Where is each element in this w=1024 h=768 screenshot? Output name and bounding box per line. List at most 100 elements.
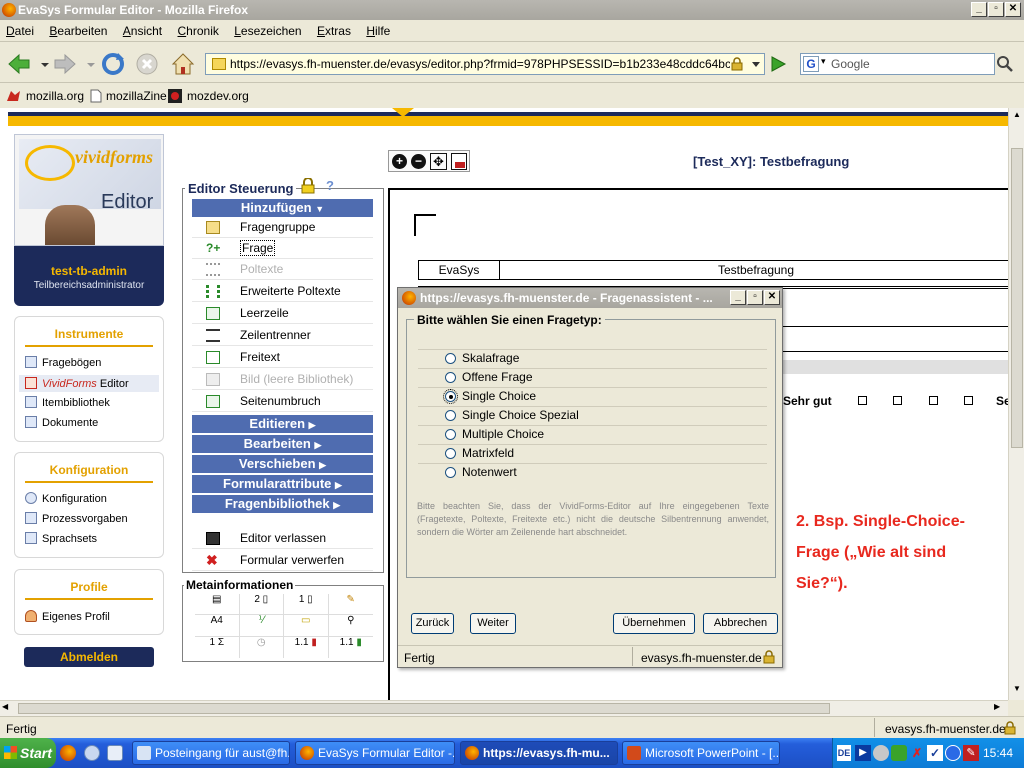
logout-button[interactable]: Abmelden bbox=[24, 647, 154, 667]
scale-checkbox[interactable] bbox=[964, 396, 973, 405]
task-firefox-editor[interactable]: EvaSys Formular Editor -... bbox=[295, 741, 455, 765]
quicklaunch-browser-icon[interactable] bbox=[84, 745, 100, 761]
zurueck-button[interactable]: Zurück bbox=[411, 613, 454, 634]
back-arrow-icon[interactable] bbox=[6, 51, 32, 77]
back-dropdown-icon[interactable] bbox=[40, 51, 50, 77]
radio-multiple-choice[interactable] bbox=[445, 429, 456, 440]
meta-cell-clock-icon[interactable]: ◷ bbox=[240, 636, 284, 658]
hscroll-thumb[interactable] bbox=[18, 703, 830, 714]
meta-cell-properties-icon[interactable]: ▤ bbox=[195, 594, 240, 616]
scale-checkbox[interactable] bbox=[893, 396, 902, 405]
meta-cell-export[interactable]: 1.1 ▮ bbox=[329, 637, 374, 658]
vertical-scrollbar[interactable]: ▲ ▼ bbox=[1008, 108, 1024, 700]
reload-icon[interactable] bbox=[100, 51, 126, 77]
maximize-button[interactable]: ▫ bbox=[988, 2, 1004, 17]
sprachsets-link[interactable]: Sprachsets bbox=[25, 532, 97, 545]
scroll-right-icon[interactable]: ▶ bbox=[994, 702, 1000, 711]
editor-verlassen[interactable]: Editor verlassen bbox=[192, 528, 373, 549]
menu-bearbeiten[interactable]: Bearbeiten bbox=[43, 20, 113, 38]
add-freitext[interactable]: Freitext bbox=[192, 347, 373, 368]
meta-cell-folder-icon[interactable]: ▭ bbox=[284, 615, 329, 637]
weiter-button[interactable]: Weiter bbox=[470, 613, 516, 634]
pdf-export-icon[interactable] bbox=[451, 153, 467, 170]
scale-checkbox[interactable] bbox=[929, 396, 938, 405]
minimize-button[interactable]: _ bbox=[971, 2, 987, 17]
label-offene-frage[interactable]: Offene Frage bbox=[462, 370, 533, 384]
scroll-down-icon[interactable]: ▼ bbox=[1011, 684, 1023, 696]
bookmark-mozillazine[interactable]: mozillaZine bbox=[106, 89, 167, 103]
meta-cell-magnifier-icon[interactable]: ⚲ bbox=[328, 615, 373, 637]
scroll-up-icon[interactable]: ▲ bbox=[1011, 110, 1023, 122]
stop-icon[interactable] bbox=[134, 51, 160, 77]
url-dropdown-icon[interactable] bbox=[750, 57, 762, 71]
language-indicator[interactable]: DE bbox=[837, 745, 851, 761]
go-icon[interactable] bbox=[768, 54, 788, 74]
label-matrixfeld[interactable]: Matrixfeld bbox=[462, 446, 514, 460]
zoom-in-icon[interactable]: + bbox=[392, 154, 407, 169]
formular-verwerfen[interactable]: ✖ Formular verwerfen bbox=[192, 550, 373, 571]
task-powerpoint[interactable]: Microsoft PowerPoint - [... bbox=[622, 741, 780, 765]
dialog-lock-icon[interactable] bbox=[762, 650, 776, 664]
radio-matrixfeld[interactable] bbox=[445, 448, 456, 459]
scale-checkbox[interactable] bbox=[858, 396, 867, 405]
tray-check-icon[interactable]: ✓ bbox=[927, 745, 943, 761]
label-multiple-choice[interactable]: Multiple Choice bbox=[462, 427, 544, 441]
radio-notenwert[interactable] bbox=[445, 467, 456, 478]
instrumente-vividforms-editor[interactable]: VividForms Editor bbox=[19, 375, 159, 392]
radio-offene-frage[interactable] bbox=[445, 372, 456, 383]
search-icon[interactable] bbox=[996, 55, 1014, 73]
fit-page-icon[interactable]: ✥ bbox=[430, 153, 447, 170]
forward-dropdown-icon[interactable] bbox=[86, 51, 96, 77]
section-editieren[interactable]: Editieren ▶ bbox=[192, 415, 373, 433]
dialog-minimize-button[interactable]: _ bbox=[730, 290, 746, 305]
close-button[interactable]: ✕ bbox=[1005, 2, 1021, 17]
scroll-thumb[interactable] bbox=[1011, 148, 1023, 448]
uebernehmen-button[interactable]: Übernehmen bbox=[613, 613, 695, 634]
start-button[interactable]: Start bbox=[0, 738, 56, 768]
instrumente-itembibliothek[interactable]: Itembibliothek bbox=[25, 396, 110, 409]
home-icon[interactable] bbox=[170, 51, 196, 77]
label-notenwert[interactable]: Notenwert bbox=[462, 465, 517, 479]
menu-datei[interactable]: Datei bbox=[0, 20, 40, 38]
url-text[interactable]: https://evasys.fh-muenster.de/evasys/edi… bbox=[230, 57, 730, 71]
add-zeilentrenner[interactable]: Zeilentrenner bbox=[192, 325, 373, 346]
add-poltexte[interactable]: Poltexte bbox=[192, 259, 373, 280]
prozessvorgaben-link[interactable]: Prozessvorgaben bbox=[25, 512, 128, 525]
dialog-close-button[interactable]: ✕ bbox=[764, 290, 780, 305]
add-leerzeile[interactable]: Leerzeile bbox=[192, 303, 373, 324]
padlock-icon[interactable] bbox=[730, 57, 744, 71]
instrumente-dokumente[interactable]: Dokumente bbox=[25, 416, 98, 429]
radio-single-choice[interactable] bbox=[443, 389, 458, 404]
task-firefox-dialog[interactable]: https://evasys.fh-mu... bbox=[460, 741, 618, 765]
media-play-icon[interactable]: ▶ bbox=[855, 745, 871, 761]
horizontal-scrollbar[interactable]: ◀ ▶ bbox=[0, 700, 1008, 716]
section-formularattribute[interactable]: Formularattribute ▶ bbox=[192, 475, 373, 493]
section-verschieben[interactable]: Verschieben ▶ bbox=[192, 455, 373, 473]
meta-cell-format[interactable]: A4 bbox=[195, 615, 240, 637]
hinzufuegen-header[interactable]: Hinzufügen ▼ bbox=[192, 199, 373, 217]
abbrechen-button[interactable]: Abbrechen bbox=[703, 613, 778, 634]
konfiguration-link[interactable]: Konfiguration bbox=[25, 492, 107, 505]
label-single-choice-spezial[interactable]: Single Choice Spezial bbox=[462, 408, 579, 422]
search-input[interactable]: G ▾ Google bbox=[800, 53, 995, 75]
section-fragenbibliothek[interactable]: Fragenbibliothek ▶ bbox=[192, 495, 373, 513]
engine-dropdown-icon[interactable]: ▾ bbox=[821, 56, 826, 67]
tray-security-icon[interactable] bbox=[891, 745, 907, 761]
task-mail[interactable]: Posteingang für aust@fh... bbox=[132, 741, 290, 765]
scroll-left-icon[interactable]: ◀ bbox=[2, 702, 8, 711]
google-engine-icon[interactable]: G bbox=[803, 56, 819, 72]
eigenes-profil-link[interactable]: Eigenes Profil bbox=[25, 610, 110, 623]
meta-cell-numbering-icon[interactable]: ⅟ bbox=[239, 615, 284, 637]
menu-ansicht[interactable]: Ansicht bbox=[117, 20, 168, 38]
menu-hilfe[interactable]: Hilfe bbox=[360, 20, 396, 38]
tray-error-icon[interactable]: ✗ bbox=[909, 745, 925, 761]
url-bar[interactable]: https://evasys.fh-muenster.de/evasys/edi… bbox=[205, 53, 765, 75]
label-single-choice[interactable]: Single Choice bbox=[462, 389, 536, 403]
instrumente-frageboegen[interactable]: Fragebögen bbox=[25, 356, 101, 369]
tray-network-icon[interactable] bbox=[873, 745, 889, 761]
meta-cell-pages[interactable]: 2 ▯ bbox=[239, 594, 284, 616]
menu-chronik[interactable]: Chronik bbox=[172, 20, 225, 38]
zoom-out-icon[interactable]: − bbox=[411, 154, 426, 169]
add-erweiterte-poltexte[interactable]: Erweiterte Poltexte bbox=[192, 281, 373, 302]
meta-cell-pdf[interactable]: 1.1 ▮ bbox=[284, 636, 329, 658]
